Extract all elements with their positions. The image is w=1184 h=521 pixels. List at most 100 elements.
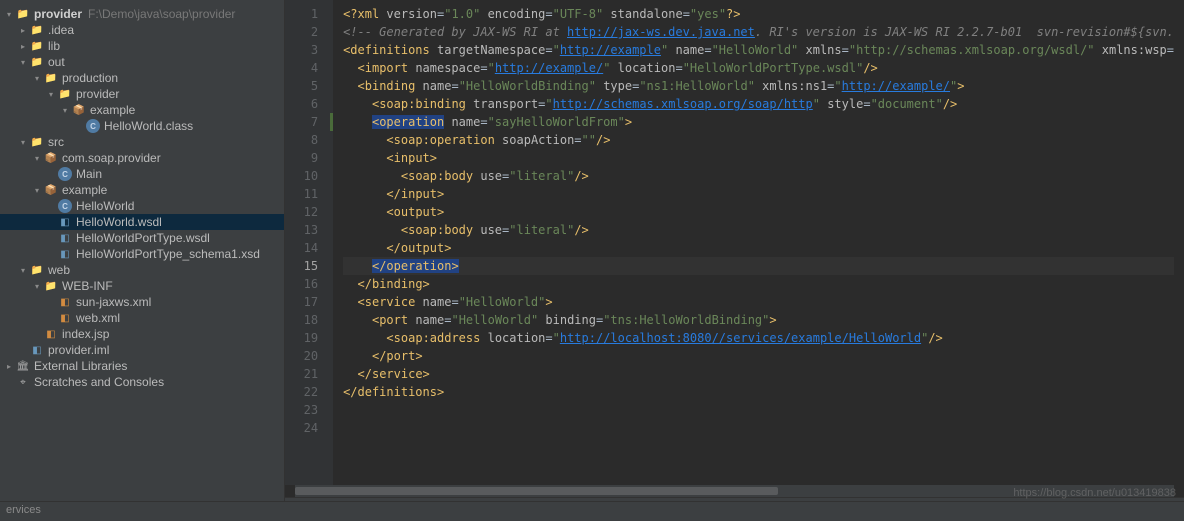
folder-out[interactable]: ▾📁out (0, 54, 284, 70)
folder-src[interactable]: ▾📁src (0, 134, 284, 150)
scratches[interactable]: ⌖Scratches and Consoles (0, 374, 284, 390)
file-provider-iml[interactable]: ◧provider.iml (0, 342, 284, 358)
code-view[interactable]: <?xml version="1.0" encoding="UTF-8" sta… (333, 0, 1184, 485)
line-number[interactable]: 8 (289, 131, 318, 149)
pkg-example[interactable]: ▾📦example (0, 102, 284, 118)
file-helloworld-class[interactable]: CHelloWorld.class (0, 118, 284, 134)
folder-idea[interactable]: ▸📁.idea (0, 22, 284, 38)
tree-label: web (48, 263, 70, 277)
project-root[interactable]: ▾📁providerF:\Demo\java\soap\provider (0, 6, 284, 22)
code-line[interactable]: </binding> (343, 275, 1174, 293)
line-number[interactable]: 24 (289, 419, 318, 437)
line-number[interactable]: 2 (289, 23, 318, 41)
line-number[interactable]: 10 (289, 167, 318, 185)
expand-arrow[interactable]: ▸ (18, 26, 28, 35)
tree-label: .idea (48, 23, 74, 37)
expand-arrow[interactable]: ▾ (32, 154, 42, 163)
wsdl-icon: ◧ (58, 247, 72, 261)
line-gutter[interactable]: 123456789101112131415161718192021222324 (285, 0, 330, 485)
code-line[interactable]: <soap:operation soapAction=""/> (343, 131, 1174, 149)
code-line[interactable]: <soap:address location="http://localhost… (343, 329, 1174, 347)
project-tree[interactable]: ▾📁providerF:\Demo\java\soap\provider▸📁.i… (0, 0, 285, 521)
dir-icon: 📁 (30, 135, 44, 149)
line-number[interactable]: 5 (289, 77, 318, 95)
folder-web[interactable]: ▾📁web (0, 262, 284, 278)
file-helloworld-wsdl[interactable]: ◧HelloWorld.wsdl (0, 214, 284, 230)
expand-arrow[interactable]: ▾ (46, 90, 56, 99)
expand-arrow[interactable]: ▸ (4, 362, 14, 371)
line-number[interactable]: 16 (289, 275, 318, 293)
code-line[interactable]: <binding name="HelloWorldBinding" type="… (343, 77, 1174, 95)
line-number[interactable]: 21 (289, 365, 318, 383)
tree-label: example (62, 183, 107, 197)
code-line[interactable]: <service name="HelloWorld"> (343, 293, 1174, 311)
code-line[interactable]: </operation> (343, 257, 1174, 275)
line-number[interactable]: 12 (289, 203, 318, 221)
code-line[interactable]: <import namespace="http://example/" loca… (343, 59, 1174, 77)
code-line[interactable]: <?xml version="1.0" encoding="UTF-8" sta… (343, 5, 1174, 23)
scroll-thumb[interactable] (295, 487, 778, 495)
expand-arrow[interactable]: ▾ (18, 58, 28, 67)
code-line[interactable]: <soap:binding transport="http://schemas.… (343, 95, 1174, 113)
line-number[interactable]: 1 (289, 5, 318, 23)
expand-arrow[interactable]: ▾ (32, 186, 42, 195)
code-line[interactable]: <!-- Generated by JAX-WS RI at http://ja… (343, 23, 1174, 41)
code-line[interactable]: </service> (343, 365, 1174, 383)
folder-provider[interactable]: ▾📁provider (0, 86, 284, 102)
line-number[interactable]: 7 (289, 113, 318, 131)
code-line[interactable] (343, 401, 1174, 419)
file-web-xml[interactable]: ◧web.xml (0, 310, 284, 326)
code-line[interactable]: <soap:body use="literal"/> (343, 167, 1174, 185)
dir-icon: 📁 (30, 39, 44, 53)
tree-label: HelloWorldPortType.wsdl (76, 231, 210, 245)
code-line[interactable] (343, 419, 1174, 437)
line-number[interactable]: 9 (289, 149, 318, 167)
line-number[interactable]: 22 (289, 383, 318, 401)
expand-arrow[interactable]: ▾ (18, 266, 28, 275)
dir-icon: ⌖ (16, 375, 30, 389)
code-line[interactable]: </output> (343, 239, 1174, 257)
line-number[interactable]: 11 (289, 185, 318, 203)
folder-lib[interactable]: ▸📁lib (0, 38, 284, 54)
line-number[interactable]: 17 (289, 293, 318, 311)
folder-production[interactable]: ▾📁production (0, 70, 284, 86)
folder-webinf[interactable]: ▾📁WEB-INF (0, 278, 284, 294)
file-index-jsp[interactable]: ◧index.jsp (0, 326, 284, 342)
expand-arrow[interactable]: ▾ (4, 10, 14, 19)
line-number[interactable]: 15 (289, 257, 318, 275)
tree-label: External Libraries (34, 359, 127, 373)
line-number[interactable]: 23 (289, 401, 318, 419)
code-line[interactable]: <port name="HelloWorld" binding="tns:Hel… (343, 311, 1174, 329)
expand-arrow[interactable]: ▸ (18, 42, 28, 51)
line-number[interactable]: 18 (289, 311, 318, 329)
code-line[interactable]: </definitions> (343, 383, 1174, 401)
tree-label: provider.iml (48, 343, 109, 357)
code-line[interactable]: <operation name="sayHelloWorldFrom"> (343, 113, 1174, 131)
line-number[interactable]: 13 (289, 221, 318, 239)
pkg-com-soap-provider[interactable]: ▾📦com.soap.provider (0, 150, 284, 166)
class-main[interactable]: CMain (0, 166, 284, 182)
expand-arrow[interactable]: ▾ (60, 106, 70, 115)
expand-arrow[interactable]: ▾ (32, 282, 42, 291)
code-line[interactable]: <output> (343, 203, 1174, 221)
code-line[interactable]: </port> (343, 347, 1174, 365)
code-line[interactable]: </input> (343, 185, 1174, 203)
expand-arrow[interactable]: ▾ (32, 74, 42, 83)
line-number[interactable]: 19 (289, 329, 318, 347)
external-libraries[interactable]: ▸🏛External Libraries (0, 358, 284, 374)
line-number[interactable]: 4 (289, 59, 318, 77)
file-porttype-wsdl[interactable]: ◧HelloWorldPortType.wsdl (0, 230, 284, 246)
pkg-example-src[interactable]: ▾📦example (0, 182, 284, 198)
dir-o-icon: 📁 (58, 87, 72, 101)
code-line[interactable]: <soap:body use="literal"/> (343, 221, 1174, 239)
line-number[interactable]: 3 (289, 41, 318, 59)
line-number[interactable]: 20 (289, 347, 318, 365)
code-line[interactable]: <input> (343, 149, 1174, 167)
file-schema-xsd[interactable]: ◧HelloWorldPortType_schema1.xsd (0, 246, 284, 262)
expand-arrow[interactable]: ▾ (18, 138, 28, 147)
file-sun-jaxws[interactable]: ◧sun-jaxws.xml (0, 294, 284, 310)
class-helloworld[interactable]: CHelloWorld (0, 198, 284, 214)
line-number[interactable]: 14 (289, 239, 318, 257)
code-line[interactable]: <definitions targetNamespace="http://exa… (343, 41, 1174, 59)
line-number[interactable]: 6 (289, 95, 318, 113)
